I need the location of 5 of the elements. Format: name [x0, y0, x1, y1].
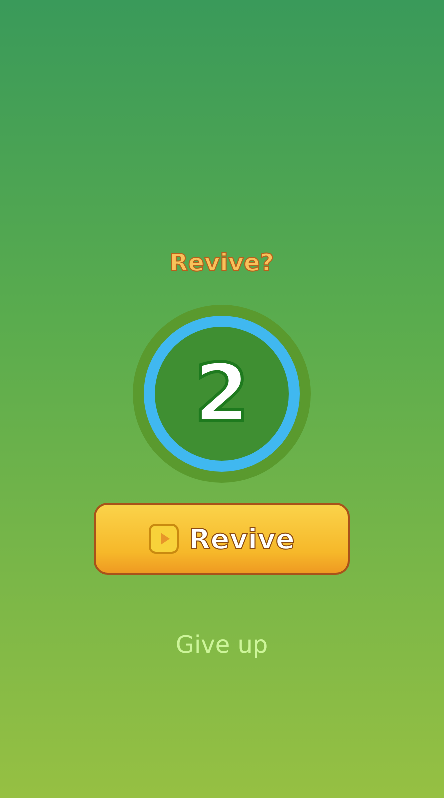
countdown-number: 2: [194, 354, 250, 434]
revive-button[interactable]: Revive: [94, 503, 350, 575]
give-up-link[interactable]: Give up: [176, 631, 268, 659]
dialog-title: Revive?: [170, 248, 274, 279]
play-icon: [149, 524, 180, 554]
